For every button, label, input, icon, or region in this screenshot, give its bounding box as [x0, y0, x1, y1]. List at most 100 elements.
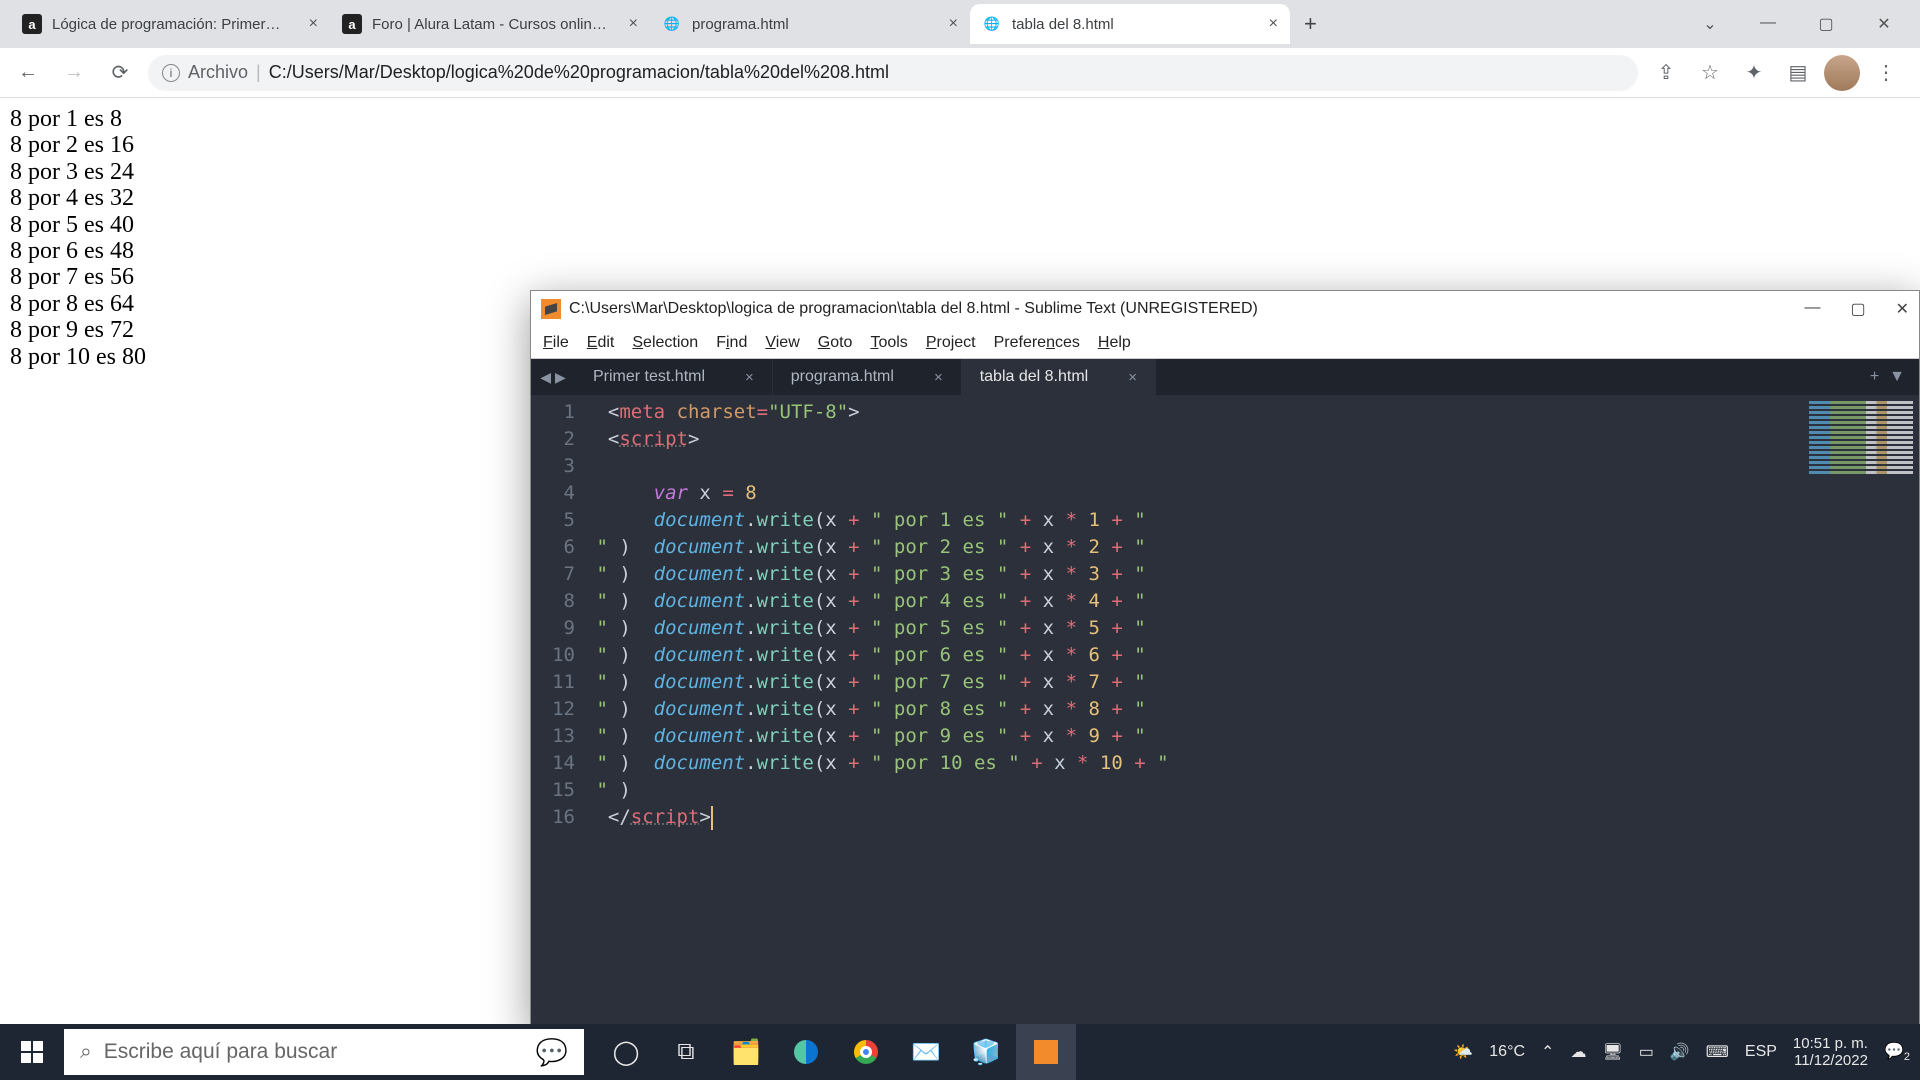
- profile-avatar[interactable]: [1824, 55, 1860, 91]
- sublime-logo-icon: [541, 299, 561, 319]
- keyboard-icon[interactable]: ⌨: [1706, 1042, 1729, 1062]
- minimize-icon[interactable]: —: [1804, 299, 1820, 319]
- tab-menu-icon[interactable]: ▼: [1889, 368, 1905, 386]
- taskview-icon[interactable]: ⧉: [656, 1024, 716, 1080]
- share-icon[interactable]: ⇪: [1648, 55, 1684, 91]
- sidepanel-icon[interactable]: ▤: [1780, 55, 1816, 91]
- menu-tools[interactable]: Tools: [870, 334, 907, 352]
- sublime-taskbar-icon[interactable]: [1016, 1024, 1076, 1080]
- browser-tab-strip: a Lógica de programación: Primer… × a Fo…: [0, 0, 1920, 48]
- minimize-icon[interactable]: —: [1746, 14, 1790, 34]
- sublime-window: C:\Users\Mar\Desktop\logica de programac…: [530, 290, 1920, 1030]
- maximize-icon[interactable]: ▢: [1850, 299, 1865, 319]
- display-icon[interactable]: 🖥: [1602, 1042, 1622, 1062]
- output-line: 8 por 3 es 24: [10, 159, 1910, 185]
- maximize-icon[interactable]: ▢: [1804, 14, 1848, 34]
- menu-goto[interactable]: Goto: [818, 334, 853, 352]
- browser-window-controls: ⌄ — ▢ ✕: [1688, 14, 1920, 34]
- mail-icon[interactable]: ✉️: [896, 1024, 956, 1080]
- menu-selection[interactable]: Selection: [632, 334, 698, 352]
- new-tab-icon[interactable]: +: [1870, 368, 1879, 386]
- editor-body[interactable]: 12345678910111213141516 <meta charset="U…: [531, 395, 1919, 1029]
- line-number-gutter: 12345678910111213141516: [531, 395, 585, 1029]
- chevron-down-icon[interactable]: ⌄: [1688, 14, 1732, 34]
- editor-tab-2[interactable]: programa.html×: [773, 359, 962, 395]
- close-icon[interactable]: ✕: [1862, 14, 1906, 34]
- close-icon[interactable]: ×: [309, 15, 318, 33]
- editor-tab-3[interactable]: tabla del 8.html×: [962, 359, 1156, 395]
- menu-find[interactable]: Find: [716, 334, 747, 352]
- browser-toolbar: ← → ⟳ i Archivo | C:/Users/Mar/Desktop/l…: [0, 48, 1920, 98]
- browser-tab-1[interactable]: a Lógica de programación: Primer… ×: [10, 4, 330, 44]
- chevron-up-icon[interactable]: ⌃: [1541, 1042, 1554, 1062]
- sublime-titlebar[interactable]: C:\Users\Mar\Desktop\logica de programac…: [531, 291, 1919, 327]
- favicon-alura: a: [342, 14, 362, 34]
- globe-icon: 🌐: [982, 14, 1002, 34]
- editor-tab-1[interactable]: Primer test.html×: [575, 359, 773, 395]
- menu-icon[interactable]: ⋮: [1868, 55, 1904, 91]
- search-placeholder: Escribe aquí para buscar: [104, 1040, 337, 1064]
- close-icon[interactable]: ×: [629, 15, 638, 33]
- output-line: 8 por 2 es 16: [10, 132, 1910, 158]
- info-icon[interactable]: i: [162, 64, 180, 82]
- notifications-icon[interactable]: 💬2: [1884, 1041, 1910, 1063]
- search-icon: ⌕: [80, 1040, 92, 1064]
- output-line: 8 por 4 es 32: [10, 185, 1910, 211]
- extensions-icon[interactable]: ✦: [1736, 55, 1772, 91]
- minimap[interactable]: [1809, 395, 1919, 1029]
- new-tab-button[interactable]: +: [1304, 11, 1317, 37]
- tab-title: Lógica de programación: Primer…: [52, 16, 299, 33]
- language-indicator[interactable]: ESP: [1745, 1043, 1777, 1061]
- star-icon[interactable]: ☆: [1692, 55, 1728, 91]
- tab-nav-arrows[interactable]: ◀ ▶: [531, 359, 575, 395]
- menu-edit[interactable]: Edit: [587, 334, 615, 352]
- menu-help[interactable]: Help: [1098, 334, 1131, 352]
- windows-taskbar: ⌕ Escribe aquí para buscar 💬 ◯ ⧉ 🗂️ ✉️ 🧊…: [0, 1024, 1920, 1080]
- address-bar[interactable]: i Archivo | C:/Users/Mar/Desktop/logica%…: [148, 55, 1638, 91]
- reload-button[interactable]: ⟳: [102, 55, 138, 91]
- sublime-tab-bar: ◀ ▶ Primer test.html× programa.html× tab…: [531, 359, 1919, 395]
- browser-tab-2[interactable]: a Foro | Alura Latam - Cursos onlin… ×: [330, 4, 650, 44]
- close-icon[interactable]: ×: [949, 15, 958, 33]
- url-path: C:/Users/Mar/Desktop/logica%20de%20progr…: [269, 62, 889, 83]
- file-explorer-icon[interactable]: 🗂️: [716, 1024, 776, 1080]
- browser-tab-3[interactable]: 🌐 programa.html ×: [650, 4, 970, 44]
- cortana-icon[interactable]: ◯: [596, 1024, 656, 1080]
- sound-icon[interactable]: 🔊: [1670, 1042, 1690, 1062]
- close-icon[interactable]: ✕: [1896, 299, 1909, 319]
- menu-project[interactable]: Project: [926, 334, 976, 352]
- taskbar-search[interactable]: ⌕ Escribe aquí para buscar 💬: [64, 1029, 584, 1075]
- weather-icon[interactable]: 🌤️: [1453, 1042, 1473, 1062]
- output-line: 8 por 7 es 56: [10, 264, 1910, 290]
- tab-title: programa.html: [692, 16, 939, 33]
- url-scheme-label: Archivo: [188, 62, 248, 83]
- weather-temp[interactable]: 16°C: [1489, 1043, 1525, 1061]
- menu-preferences[interactable]: Preferences: [994, 334, 1080, 352]
- sublime-title-text: C:\Users\Mar\Desktop\logica de programac…: [569, 300, 1258, 318]
- tab-title: Foro | Alura Latam - Cursos onlin…: [372, 16, 619, 33]
- menu-file[interactable]: File: [543, 334, 569, 352]
- system-tray: 🌤️ 16°C ⌃ ☁ 🖥 ▭ 🔊 ⌨ ESP 10:51 p. m. 11/1…: [1453, 1035, 1920, 1070]
- onedrive-icon[interactable]: ☁: [1570, 1042, 1586, 1062]
- back-button[interactable]: ←: [10, 55, 46, 91]
- output-line: 8 por 1 es 8: [10, 106, 1910, 132]
- chrome-icon[interactable]: [836, 1024, 896, 1080]
- taskbar-pinned: ◯ ⧉ 🗂️ ✉️ 🧊: [596, 1024, 1076, 1080]
- store-icon[interactable]: 🧊: [956, 1024, 1016, 1080]
- output-line: 8 por 6 es 48: [10, 238, 1910, 264]
- start-button[interactable]: [0, 1024, 64, 1080]
- edge-icon[interactable]: [776, 1024, 836, 1080]
- menu-view[interactable]: View: [765, 334, 799, 352]
- network-icon[interactable]: ▭: [1639, 1042, 1654, 1062]
- close-icon[interactable]: ×: [1269, 15, 1278, 33]
- close-icon[interactable]: ×: [934, 369, 943, 386]
- sublime-menu-bar: File Edit Selection Find View Goto Tools…: [531, 327, 1919, 359]
- code-editor[interactable]: <meta charset="UTF-8"> <script> var x = …: [585, 395, 1180, 1029]
- output-line: 8 por 5 es 40: [10, 212, 1910, 238]
- close-icon[interactable]: ×: [1128, 369, 1137, 386]
- forward-button[interactable]: →: [56, 55, 92, 91]
- browser-tab-4[interactable]: 🌐 tabla del 8.html ×: [970, 4, 1290, 44]
- close-icon[interactable]: ×: [745, 369, 754, 386]
- taskbar-clock[interactable]: 10:51 p. m. 11/12/2022: [1793, 1035, 1868, 1070]
- tab-title: tabla del 8.html: [1012, 16, 1259, 33]
